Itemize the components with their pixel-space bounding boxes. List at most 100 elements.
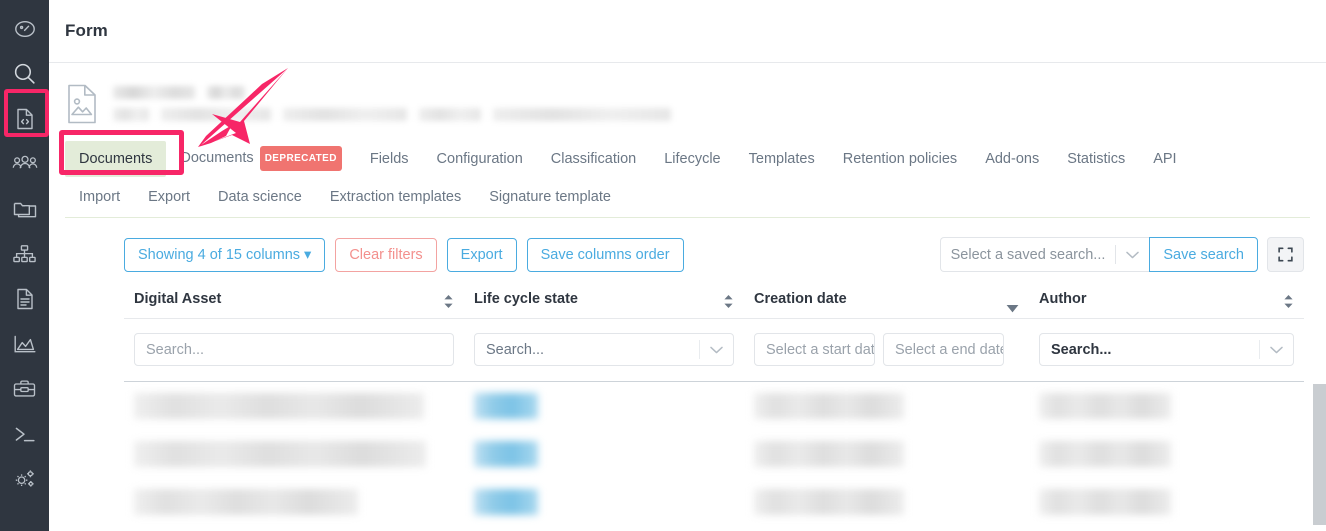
blur-segment [161,108,271,121]
tab-signature-template[interactable]: Signature template [475,179,625,215]
tab-classification[interactable]: Classification [537,141,650,177]
cell-life-cycle-state [464,489,744,515]
vertical-scrollbar-thumb[interactable] [1313,384,1326,525]
tab-add-ons[interactable]: Add-ons [971,141,1053,177]
tab-templates[interactable]: Templates [735,141,829,177]
file-icon [14,287,36,311]
primary-tabs: Documents Documents DEPRECATED Fields Con… [65,138,1310,179]
documents-table: Digital Asset Life cycle state Creation … [124,287,1326,526]
blur-segment [493,108,671,121]
table-row[interactable] [124,382,1304,430]
settings-gears-icon [12,468,38,490]
sidebar-item-toolbox[interactable] [0,366,49,411]
tab-data-science[interactable]: Data science [204,179,316,215]
sidebar-item-users[interactable] [0,141,49,186]
tab-extraction-templates[interactable]: Extraction templates [316,179,475,215]
tab-api[interactable]: API [1139,141,1190,177]
cell-life-cycle-state [464,441,744,467]
cell-author [1029,489,1304,515]
blurred-status-value [474,441,538,467]
sidebar-item-files[interactable] [0,276,49,321]
cell-author [1029,393,1304,419]
application-window: Form Documents Documents DEPRECATED Fiel… [0,0,1326,531]
sidebar-item-document-types[interactable] [0,96,49,141]
table-filter-row: Search... Search... Select a start date [124,319,1304,381]
export-button[interactable]: Export [446,237,517,272]
table-row[interactable] [124,430,1304,478]
tab-retention-policies[interactable]: Retention policies [829,141,971,177]
blurred-value [134,489,358,515]
cell-creation-date [744,489,1029,515]
chevron-down-icon[interactable] [1260,346,1293,354]
creation-date-start-input[interactable]: Select a start date [754,333,875,366]
tab-documents[interactable]: Documents [65,140,167,177]
digital-asset-search-input[interactable]: Search... [134,333,454,366]
sort-both-icon[interactable] [723,291,734,314]
blurred-status-value [474,393,538,419]
sort-both-icon[interactable] [1283,291,1294,314]
tabs-divider [65,217,1310,218]
table-row[interactable] [124,478,1304,526]
sidebar-item-search[interactable] [0,51,49,96]
filter-cell-life-cycle-state: Search... [464,333,744,366]
tab-statistics[interactable]: Statistics [1053,141,1139,177]
cell-author [1029,441,1304,467]
page-title: Form [65,21,108,40]
toolbar-left-group: Showing 4 of 15 columns ▾ Clear filters … [124,237,684,272]
code-document-icon [14,107,36,131]
cell-life-cycle-state [464,393,744,419]
blurred-value [754,393,904,419]
tab-documents-deprecated[interactable]: Documents DEPRECATED [166,138,356,179]
hierarchy-icon [12,243,37,265]
tab-import[interactable]: Import [65,179,134,215]
cell-digital-asset [124,441,464,467]
deprecated-badge: DEPRECATED [259,146,342,171]
sidebar-item-analytics[interactable] [0,321,49,366]
tab-lifecycle[interactable]: Lifecycle [650,141,734,177]
terminal-icon [12,423,38,445]
blur-segment [113,108,149,121]
toolbox-icon [12,378,37,400]
cell-creation-date [744,393,1029,419]
sort-descending-icon[interactable] [1006,291,1019,318]
fullscreen-expand-icon[interactable] [1267,237,1304,272]
sidebar-item-terminal[interactable] [0,411,49,456]
sidebar-item-settings[interactable] [0,456,49,501]
image-document-icon [65,83,99,130]
blurred-value [134,441,426,467]
filter-cell-creation-date: Select a start date Select a end date [744,333,1029,366]
folder-icon [12,198,38,220]
sort-both-icon[interactable] [443,291,454,314]
author-select[interactable]: Search... [1039,333,1294,366]
toolbar-right-group: Select a saved search... Save search [939,237,1304,272]
blur-segment [283,108,407,121]
column-header-digital-asset[interactable]: Digital Asset [124,287,464,318]
life-cycle-state-select[interactable]: Search... [474,333,734,366]
search-icon [12,61,37,86]
tabs-section: Documents Documents DEPRECATED Fields Con… [49,130,1326,218]
saved-search-select[interactable]: Select a saved search... [939,237,1150,272]
blurred-value [134,393,424,419]
asset-title-blur-row [113,86,671,99]
sidebar-item-hierarchy[interactable] [0,231,49,276]
cell-digital-asset [124,393,464,419]
columns-dropdown-button[interactable]: Showing 4 of 15 columns ▾ [124,237,326,272]
column-header-author[interactable]: Author [1029,287,1304,318]
blurred-value [1039,441,1171,467]
tab-fields[interactable]: Fields [356,141,423,177]
page-header: Form [49,0,1326,63]
save-search-button[interactable]: Save search [1149,237,1258,272]
clear-filters-button[interactable]: Clear filters [335,237,437,272]
tab-configuration[interactable]: Configuration [423,141,537,177]
sidebar-item-dashboard[interactable] [0,6,49,51]
tab-export[interactable]: Export [134,179,204,215]
users-icon [12,154,38,174]
chevron-down-icon[interactable] [1116,251,1149,259]
sidebar-item-folders[interactable] [0,186,49,231]
blur-segment [419,108,481,121]
column-header-life-cycle-state[interactable]: Life cycle state [464,287,744,318]
chevron-down-icon[interactable] [700,346,733,354]
save-columns-order-button[interactable]: Save columns order [526,237,684,272]
creation-date-end-input[interactable]: Select a end date [883,333,1004,366]
column-header-creation-date[interactable]: Creation date [744,287,1029,318]
